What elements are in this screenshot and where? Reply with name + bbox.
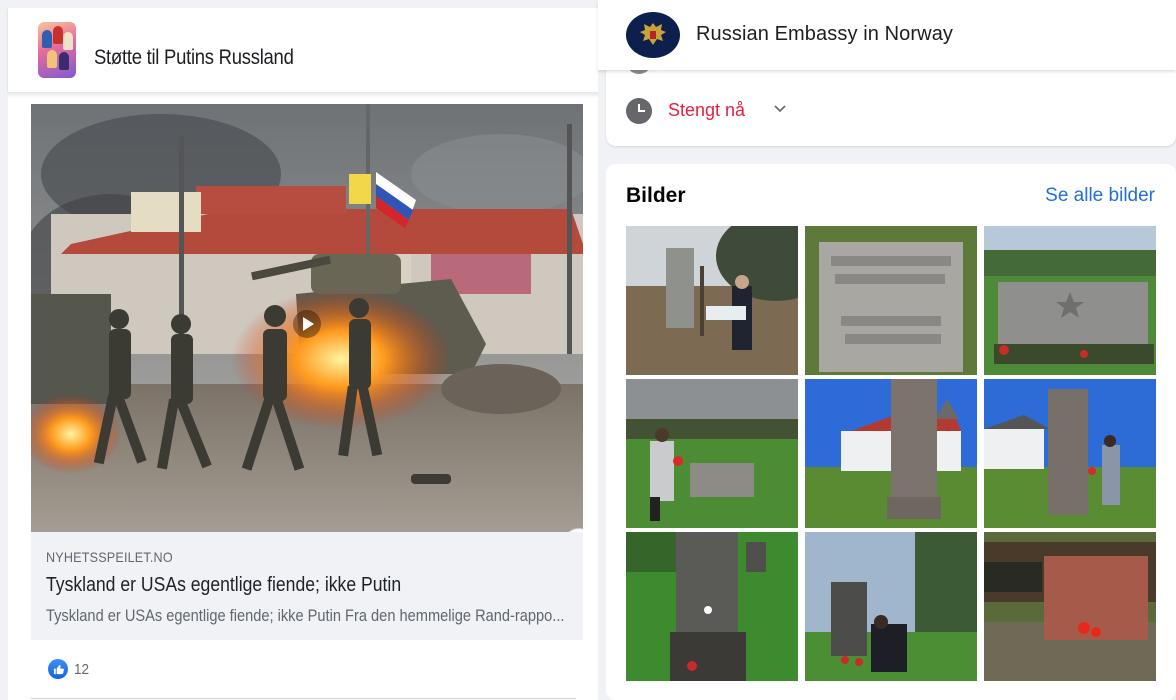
- embassy-avatar[interactable]: [626, 12, 680, 58]
- photo-thumbnail[interactable]: [805, 379, 977, 528]
- photo-thumbnail[interactable]: [805, 532, 977, 681]
- left-panel: Støtte til Putins Russland NYHETSSPEILET…: [0, 0, 598, 700]
- opening-status[interactable]: Stengt nå: [668, 100, 745, 121]
- post-divider: [31, 698, 576, 699]
- group-name[interactable]: Støtte til Putins Russland: [94, 46, 294, 70]
- chevron-down-icon[interactable]: [774, 100, 786, 116]
- post-card: i NYHETSSPEILET.NO Tyskland er USAs egen…: [8, 92, 598, 700]
- group-header: Støtte til Putins Russland: [8, 8, 598, 92]
- about-card: Stengt nå: [606, 48, 1176, 146]
- photo-thumbnail[interactable]: [626, 532, 798, 681]
- photos-card: Bilder Se alle bilder: [606, 164, 1176, 700]
- link-domain: NYHETSSPEILET.NO: [46, 549, 173, 565]
- photo-thumbnail[interactable]: [984, 379, 1156, 528]
- photo-thumbnail[interactable]: [626, 379, 798, 528]
- link-description: Tyskland er USAs egentlige fiende; ikke …: [46, 606, 565, 625]
- clock-icon: [626, 98, 652, 124]
- embassy-header: Russian Embassy in Norway: [598, 0, 1176, 70]
- group-avatar[interactable]: [38, 22, 76, 78]
- photo-grid: [626, 226, 1156, 682]
- see-all-photos-link[interactable]: Se alle bilder: [1045, 185, 1155, 207]
- embassy-name[interactable]: Russian Embassy in Norway: [696, 23, 953, 46]
- photo-thumbnail[interactable]: [984, 532, 1156, 681]
- link-title[interactable]: Tyskland er USAs egentlige fiende; ikke …: [46, 574, 401, 597]
- post-image[interactable]: i: [31, 104, 583, 532]
- reaction-count: 12: [74, 660, 90, 678]
- link-preview[interactable]: NYHETSSPEILET.NO Tyskland er USAs egentl…: [31, 532, 583, 640]
- photo-thumbnail[interactable]: [984, 226, 1156, 375]
- photos-title: Bilder: [626, 184, 686, 207]
- like-icon: [48, 659, 68, 679]
- reactions-bar[interactable]: 12: [48, 659, 91, 679]
- play-icon[interactable]: [293, 310, 321, 338]
- right-panel: Russian Embassy in Norway Stengt nå Bild…: [598, 0, 1176, 700]
- photo-thumbnail[interactable]: [626, 226, 798, 375]
- eagle-emblem-icon: [640, 23, 666, 45]
- photo-thumbnail[interactable]: [805, 226, 977, 375]
